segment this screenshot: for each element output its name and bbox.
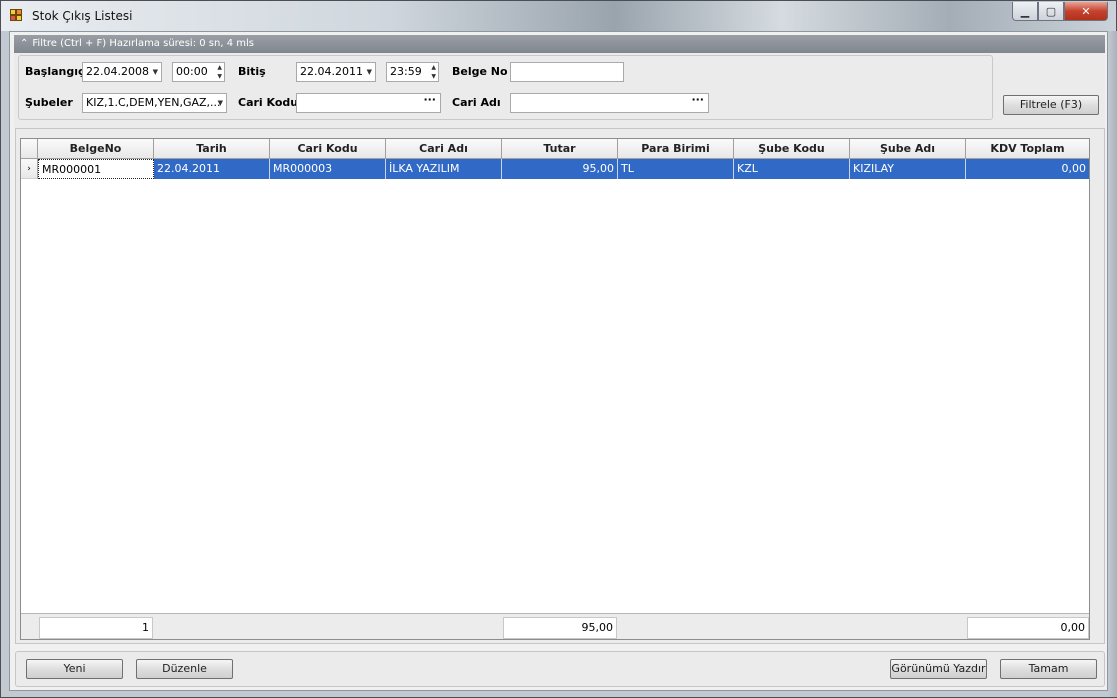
main-window: Stok Çıkış Listesi ▁ ▢ ✕ ⌃ Filtre (Ctrl +… bbox=[0, 0, 1117, 698]
data-grid[interactable]: BelgeNo Tarih Cari Kodu Cari Adı Tutar P… bbox=[20, 138, 1090, 640]
branches-value: KIZ,1.C,DEM,YEN,GAZ,... bbox=[86, 96, 221, 109]
branches-label: Şubeler bbox=[25, 96, 73, 109]
end-time-value: 23:59 bbox=[390, 65, 422, 78]
row-indicator-icon[interactable]: › bbox=[21, 159, 38, 179]
cell-para-birimi[interactable]: TL bbox=[618, 159, 734, 179]
column-header-tarih[interactable]: Tarih bbox=[154, 139, 270, 159]
end-date-value: 22.04.2011 bbox=[300, 65, 363, 78]
column-header-sube-adi[interactable]: Şube Adı bbox=[850, 139, 966, 159]
cell-cari-adi[interactable]: İLKA YAZILIM bbox=[386, 159, 502, 179]
minimize-button[interactable]: ▁ bbox=[1012, 2, 1038, 21]
new-button[interactable]: Yeni bbox=[26, 659, 123, 679]
footer-count: 1 bbox=[39, 617, 153, 639]
end-time-spinner[interactable]: 23:59 ▲ ▼ bbox=[386, 62, 439, 82]
column-header-kdv-toplam[interactable]: KDV Toplam bbox=[966, 139, 1089, 159]
cell-belgeno[interactable]: MR000001 bbox=[38, 159, 154, 179]
start-date-picker[interactable]: 22.04.2008 ▼ bbox=[82, 62, 162, 82]
start-time-spinner[interactable]: 00:00 ▲ ▼ bbox=[172, 62, 225, 82]
print-view-button[interactable]: Görünümü Yazdır bbox=[890, 659, 987, 679]
grid-footer: 1 95,00 0,00 bbox=[21, 613, 1089, 639]
column-header-cari-kodu[interactable]: Cari Kodu bbox=[270, 139, 386, 159]
end-date-picker[interactable]: 22.04.2011 ▼ bbox=[296, 62, 376, 82]
spin-down-icon[interactable]: ▼ bbox=[217, 73, 222, 81]
cell-sube-kodu[interactable]: KZL bbox=[734, 159, 850, 179]
client-area: ⌃ Filtre (Ctrl + F) Hazırlama süresi: 0 s… bbox=[9, 31, 1108, 691]
maximize-icon: ▢ bbox=[1045, 4, 1057, 18]
filter-header-text: Filtre (Ctrl + F) Hazırlama süresi: 0 sn… bbox=[32, 38, 254, 49]
cell-tarih[interactable]: 22.04.2011 bbox=[154, 159, 270, 179]
account-name-input[interactable]: ··· bbox=[510, 93, 709, 113]
start-label: Başlangıç bbox=[25, 65, 85, 78]
start-time-value: 00:00 bbox=[176, 65, 208, 78]
dropdown-icon[interactable]: ▼ bbox=[367, 63, 372, 81]
account-code-input[interactable]: ··· bbox=[296, 93, 441, 113]
column-header-tutar[interactable]: Tutar bbox=[502, 139, 618, 159]
cell-cari-kodu[interactable]: MR000003 bbox=[270, 159, 386, 179]
window-edge bbox=[1108, 31, 1117, 697]
filter-panel: Başlangıç 22.04.2008 ▼ 00:00 ▲ ▼ Bitiş 2… bbox=[14, 53, 1105, 128]
spin-up-icon[interactable]: ▲ bbox=[431, 64, 436, 72]
window-controls: ▁ ▢ ✕ bbox=[1012, 2, 1108, 21]
lookup-icon[interactable]: ··· bbox=[691, 94, 704, 109]
doc-no-input[interactable] bbox=[510, 62, 624, 82]
dropdown-icon[interactable]: ▼ bbox=[218, 94, 223, 112]
table-row[interactable]: › MR000001 22.04.2011 MR000003 İLKA YAZI… bbox=[21, 159, 1089, 179]
column-header-para-birimi[interactable]: Para Birimi bbox=[618, 139, 734, 159]
cell-sube-adi[interactable]: KIZILAY bbox=[850, 159, 966, 179]
action-bar: Yeni Düzenle Görünümü Yazdır Tamam bbox=[15, 651, 1105, 687]
spin-down-icon[interactable]: ▼ bbox=[431, 73, 436, 81]
footer-tutar-sum: 95,00 bbox=[503, 617, 617, 639]
title-bar[interactable]: Stok Çıkış Listesi ▁ ▢ ✕ bbox=[1, 1, 1116, 31]
cell-tutar[interactable]: 95,00 bbox=[502, 159, 618, 179]
start-date-value: 22.04.2008 bbox=[86, 65, 149, 78]
column-header-belgeno[interactable]: BelgeNo bbox=[38, 139, 154, 159]
account-code-label: Cari Kodu bbox=[238, 96, 299, 109]
footer-kdv-sum: 0,00 bbox=[967, 617, 1089, 639]
row-indicator-header bbox=[21, 139, 38, 159]
close-button[interactable]: ✕ bbox=[1064, 2, 1108, 21]
dropdown-icon[interactable]: ▼ bbox=[153, 63, 158, 81]
branches-select[interactable]: KIZ,1.C,DEM,YEN,GAZ,... ▼ bbox=[82, 93, 227, 113]
spin-up-icon[interactable]: ▲ bbox=[217, 64, 222, 72]
ok-button[interactable]: Tamam bbox=[1000, 659, 1097, 679]
window-title: Stok Çıkış Listesi bbox=[32, 9, 133, 23]
doc-no-label: Belge No bbox=[452, 65, 508, 78]
collapse-icon[interactable]: ⌃ bbox=[20, 38, 28, 49]
maximize-button[interactable]: ▢ bbox=[1038, 2, 1064, 21]
grid-header: BelgeNo Tarih Cari Kodu Cari Adı Tutar P… bbox=[21, 139, 1089, 159]
filter-header[interactable]: ⌃ Filtre (Ctrl + F) Hazırlama süresi: 0 s… bbox=[14, 35, 1105, 53]
close-icon: ✕ bbox=[1081, 4, 1091, 18]
minimize-icon: ▁ bbox=[1020, 4, 1030, 18]
app-icon bbox=[10, 9, 24, 23]
edit-button[interactable]: Düzenle bbox=[136, 659, 233, 679]
end-label: Bitiş bbox=[238, 65, 266, 78]
column-header-sube-kodu[interactable]: Şube Kodu bbox=[734, 139, 850, 159]
filter-button[interactable]: Filtrele (F3) bbox=[1003, 95, 1099, 115]
account-name-label: Cari Adı bbox=[452, 96, 501, 109]
cell-kdv-toplam[interactable]: 0,00 bbox=[966, 159, 1089, 179]
column-header-cari-adi[interactable]: Cari Adı bbox=[386, 139, 502, 159]
lookup-icon[interactable]: ··· bbox=[423, 94, 436, 109]
